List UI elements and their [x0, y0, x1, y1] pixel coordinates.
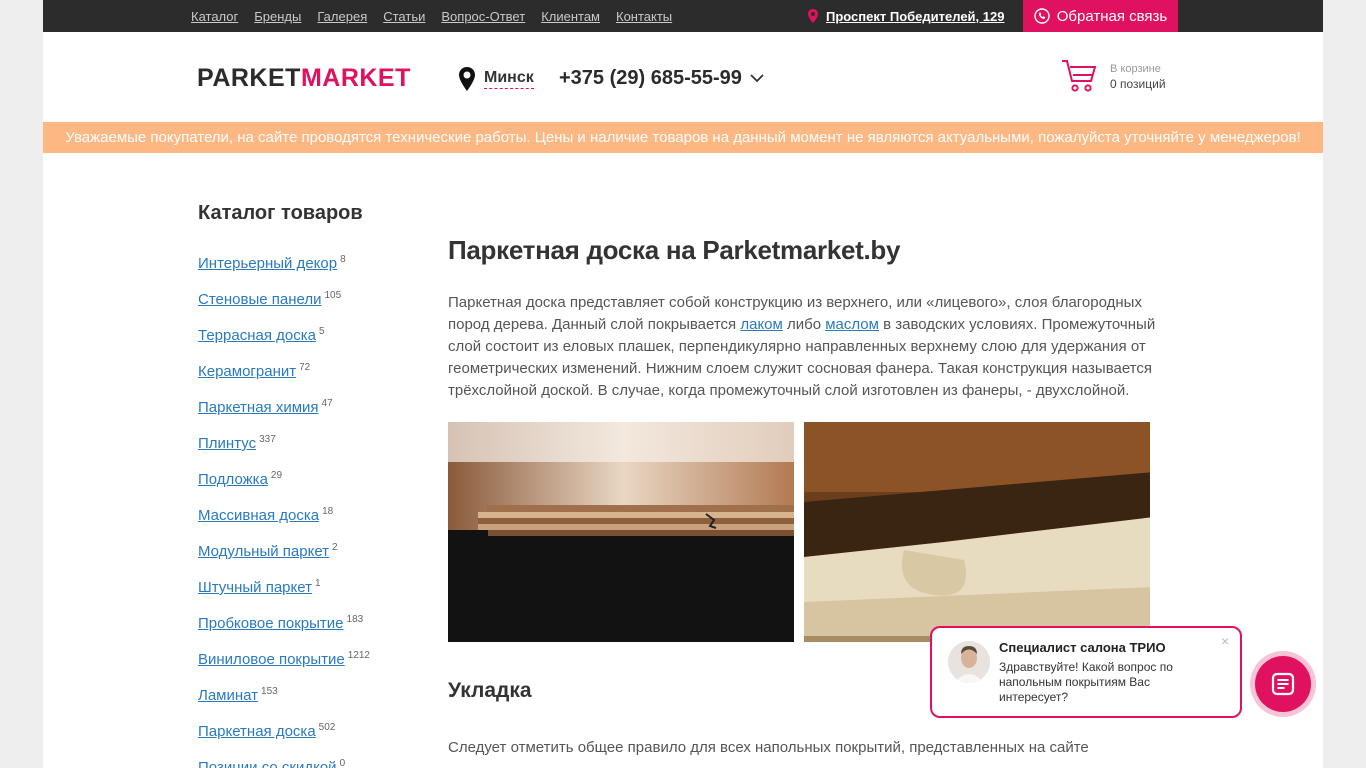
chat-close-icon[interactable]: ×	[1221, 633, 1229, 649]
catalog-item-link[interactable]: Виниловое покрытие	[198, 651, 345, 668]
catalog-item: Модульный паркет 2	[198, 542, 428, 578]
address-link[interactable]: Проспект Победителей, 129	[826, 9, 1004, 24]
catalog-item: Керамогранит 72	[198, 362, 428, 398]
catalog-item-count: 1212	[347, 650, 370, 661]
map-pin-icon	[808, 9, 818, 23]
phone-circle-icon	[1034, 8, 1050, 24]
intro-text-2: либо	[782, 316, 826, 333]
catalog-item-link[interactable]: Штучный паркет	[198, 579, 312, 596]
catalog-item-link[interactable]: Паркетная доска	[198, 723, 316, 740]
laying-paragraph: Следует отметить общее правило для всех …	[448, 739, 1089, 756]
catalog-item-count: 105	[324, 290, 342, 301]
intro-paragraph: Паркетная доска представляет собой конст…	[448, 292, 1160, 402]
catalog-item-count: 29	[270, 470, 283, 481]
catalog-item-link[interactable]: Массивная доска	[198, 507, 319, 524]
catalog-item: Виниловое покрытие 1212	[198, 650, 428, 686]
callback-button[interactable]: Обратная связь	[1023, 0, 1178, 32]
top-bar: Каталог Бренды Галерея Статьи Вопрос-Отв…	[43, 0, 1323, 32]
catalog-item: Позиции со скидкой 0	[198, 758, 428, 768]
catalog-item-count: 72	[299, 362, 311, 373]
catalog-item: Паркетная доска 502	[198, 722, 428, 758]
chat-message: Здравствуйте! Какой вопрос по напольным …	[999, 660, 1173, 704]
city-selector[interactable]: Минск	[458, 67, 534, 91]
nav-contacts[interactable]: Контакты	[616, 9, 672, 24]
logo-part-parket: PARKET	[197, 64, 301, 92]
chat-icon	[1271, 672, 1295, 696]
logo-part-market: MARKET	[300, 64, 411, 92]
catalog-item-count: 337	[259, 434, 276, 445]
catalog-item-count: 47	[321, 398, 333, 409]
parquet-board-photo-2	[804, 422, 1150, 642]
nav-articles[interactable]: Статьи	[383, 9, 425, 24]
catalog-item: Массивная доска 18	[198, 506, 428, 542]
catalog-item-count: 502	[318, 722, 336, 733]
catalog-title: Каталог товаров	[198, 202, 363, 224]
top-nav: Каталог Бренды Галерея Статьи Вопрос-Отв…	[191, 0, 688, 32]
nav-clients[interactable]: Клиентам	[541, 9, 600, 24]
catalog-item-count: 153	[261, 686, 278, 697]
catalog-item-link[interactable]: Стеновые панели	[198, 291, 322, 308]
nav-gallery[interactable]: Галерея	[317, 9, 367, 24]
chat-popup[interactable]: Специалист салона ТРИО Здравствуйте! Как…	[930, 626, 1242, 718]
catalog-sidebar: Каталог товаров Интерьерный декор 8 Стенов…	[198, 202, 428, 768]
shopping-cart-icon	[1062, 60, 1097, 92]
catalog-item: Пробковое покрытие 183	[198, 614, 428, 650]
location-pin-icon	[459, 67, 475, 91]
phone-dropdown[interactable]: +375 (29) 685-55-99	[559, 67, 764, 90]
catalog-item: Интерьерный декор 8	[198, 254, 428, 290]
catalog-item-link[interactable]: Паркетная химия	[198, 399, 319, 416]
callback-label: Обратная связь	[1056, 7, 1168, 25]
catalog-item-count: 183	[346, 614, 364, 625]
catalog-item-count: 8	[340, 254, 346, 265]
catalog-item-link[interactable]: Ламинат	[198, 687, 258, 704]
consultant-avatar	[948, 641, 990, 683]
oil-link[interactable]: маслом	[825, 316, 879, 333]
parquet-board-photo-1	[448, 422, 794, 642]
chat-title: Специалист салона ТРИО	[999, 640, 1166, 655]
catalog-item: Штучный паркет 1	[198, 578, 428, 614]
catalog-item: Ламинат 153	[198, 686, 428, 722]
catalog-item: Подложка 29	[198, 470, 428, 506]
catalog-item-count: 0	[339, 758, 346, 768]
chat-open-button[interactable]	[1255, 656, 1311, 712]
catalog-item: Плинтус 337	[198, 434, 428, 470]
catalog-item-link[interactable]: Плинтус	[198, 435, 256, 452]
catalog-item-link[interactable]: Модульный паркет	[198, 543, 329, 560]
cart-label: В корзине	[1110, 63, 1161, 75]
page-title: Паркетная доска на Parketmarket.by	[448, 235, 901, 265]
store-address: Проспект Победителей, 129	[807, 0, 1004, 32]
cart-widget[interactable]: В корзине 0 позиций	[1061, 58, 1166, 94]
city-name: Минск	[484, 69, 534, 89]
cart-count: 0 позиций	[1110, 77, 1166, 91]
maintenance-notice: Уважаемые покупатели, на сайте проводятс…	[43, 122, 1323, 153]
catalog-item-link[interactable]: Пробковое покрытие	[198, 615, 344, 632]
catalog-item: Паркетная химия 47	[198, 398, 428, 434]
site-logo[interactable]: PARKETMARKET	[197, 64, 411, 93]
catalog-item-count: 5	[318, 326, 325, 337]
lacquer-link[interactable]: лаком	[740, 316, 782, 333]
image-row	[448, 422, 1160, 642]
phone-number: +375 (29) 685-55-99	[559, 67, 742, 89]
nav-brands[interactable]: Бренды	[254, 9, 301, 24]
nav-faq[interactable]: Вопрос-Ответ	[441, 9, 525, 24]
catalog-item-count: 2	[332, 542, 338, 553]
catalog-list: Интерьерный декор 8 Стеновые панели 105 Терр…	[198, 254, 428, 768]
catalog-item: Террасная доска 5	[198, 326, 428, 362]
catalog-item-link[interactable]: Подложка	[198, 471, 268, 488]
catalog-item-link[interactable]: Террасная доска	[198, 327, 316, 344]
chevron-down-icon	[750, 74, 764, 83]
cart-info: В корзине 0 позиций	[1110, 62, 1166, 94]
nav-catalog[interactable]: Каталог	[191, 9, 238, 24]
catalog-item-count: 18	[322, 506, 334, 517]
catalog-item-link[interactable]: Керамогранит	[198, 363, 296, 380]
catalog-item-count: 1	[314, 578, 321, 589]
catalog-item-link[interactable]: Позиции со скидкой	[198, 759, 337, 768]
catalog-item-link[interactable]: Интерьерный декор	[198, 255, 337, 272]
catalog-item: Стеновые панели 105	[198, 290, 428, 326]
